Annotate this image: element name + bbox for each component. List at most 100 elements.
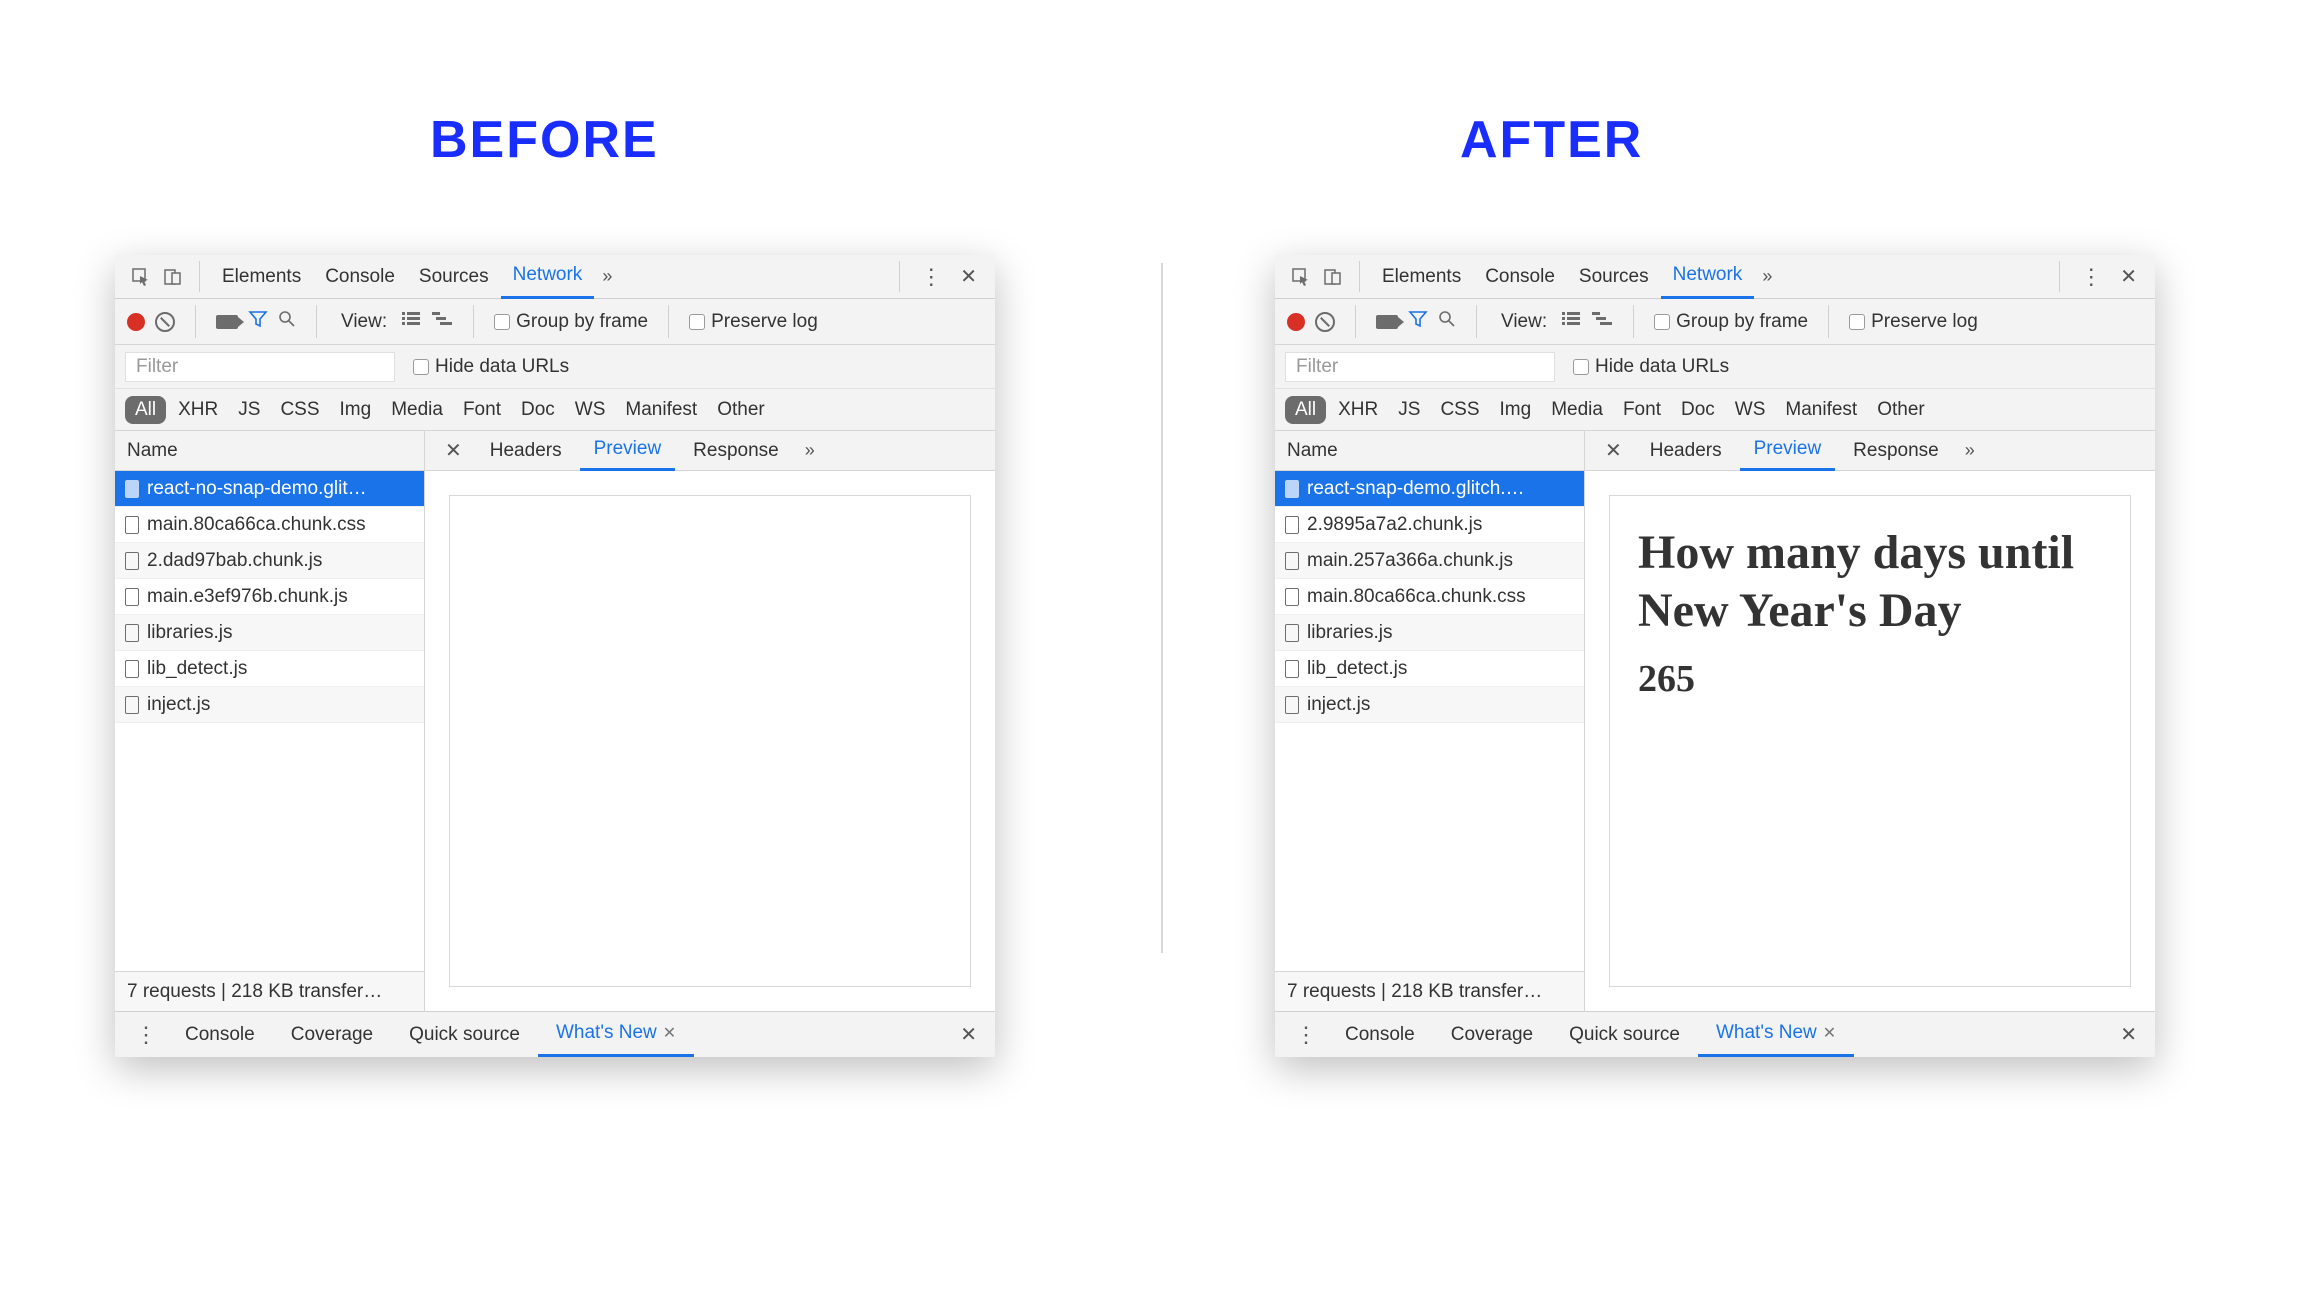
- request-row[interactable]: react-no-snap-demo.glit…: [115, 471, 424, 507]
- request-row[interactable]: main.257a366a.chunk.js: [1275, 543, 1584, 579]
- more-subtabs-icon[interactable]: »: [1957, 440, 1983, 461]
- drawer-tab-whats-new[interactable]: What's New ✕: [538, 1012, 694, 1057]
- filter-css[interactable]: CSS: [272, 396, 327, 424]
- record-button[interactable]: [1287, 313, 1305, 331]
- record-button[interactable]: [127, 313, 145, 331]
- subtab-preview[interactable]: Preview: [580, 430, 676, 471]
- filter-doc[interactable]: Doc: [513, 396, 563, 424]
- inspect-icon[interactable]: [1285, 267, 1317, 287]
- tab-network[interactable]: Network: [501, 254, 595, 299]
- close-drawer-button[interactable]: ✕: [952, 1022, 985, 1047]
- filter-font[interactable]: Font: [455, 396, 509, 424]
- filter-ws[interactable]: WS: [1727, 396, 1774, 424]
- filter-manifest[interactable]: Manifest: [1777, 396, 1865, 424]
- close-detail-button[interactable]: ✕: [1595, 438, 1632, 463]
- waterfall-icon[interactable]: [431, 310, 453, 333]
- subtab-response[interactable]: Response: [1839, 432, 1953, 470]
- close-drawer-button[interactable]: ✕: [2112, 1022, 2145, 1047]
- request-row[interactable]: lib_detect.js: [115, 651, 424, 687]
- filter-js[interactable]: JS: [1390, 396, 1428, 424]
- filter-input[interactable]: Filter: [1285, 352, 1555, 382]
- preserve-log-checkbox[interactable]: Preserve log: [1849, 311, 1978, 333]
- request-row[interactable]: react-snap-demo.glitch.…: [1275, 471, 1584, 507]
- tab-console[interactable]: Console: [313, 256, 407, 298]
- request-row[interactable]: libraries.js: [115, 615, 424, 651]
- search-icon[interactable]: [278, 310, 296, 334]
- drawer-tab-whats-new[interactable]: What's New ✕: [1698, 1012, 1854, 1057]
- request-row[interactable]: libraries.js: [1275, 615, 1584, 651]
- filter-xhr[interactable]: XHR: [1330, 396, 1386, 424]
- filter-other[interactable]: Other: [1869, 396, 1933, 424]
- subtab-preview[interactable]: Preview: [1740, 430, 1836, 471]
- drawer-tab-coverage[interactable]: Coverage: [1433, 1014, 1551, 1056]
- request-row[interactable]: inject.js: [1275, 687, 1584, 723]
- clear-button[interactable]: [155, 312, 175, 332]
- large-rows-icon[interactable]: [401, 310, 421, 333]
- settings-menu-icon[interactable]: ⋮: [910, 264, 952, 290]
- inspect-icon[interactable]: [125, 267, 157, 287]
- device-toggle-icon[interactable]: [1317, 267, 1349, 287]
- tab-console[interactable]: Console: [1473, 256, 1567, 298]
- drawer-tab-console[interactable]: Console: [1327, 1014, 1433, 1056]
- request-row[interactable]: inject.js: [115, 687, 424, 723]
- subtab-headers[interactable]: Headers: [476, 432, 576, 470]
- filter-css[interactable]: CSS: [1432, 396, 1487, 424]
- request-row[interactable]: main.80ca66ca.chunk.css: [1275, 579, 1584, 615]
- large-rows-icon[interactable]: [1561, 310, 1581, 333]
- filter-all[interactable]: All: [125, 396, 166, 424]
- filter-img[interactable]: Img: [332, 396, 380, 424]
- drawer-tab-coverage[interactable]: Coverage: [273, 1014, 391, 1056]
- screenshot-icon[interactable]: [1376, 315, 1398, 329]
- filter-ws[interactable]: WS: [567, 396, 614, 424]
- subtab-headers[interactable]: Headers: [1636, 432, 1736, 470]
- filter-img[interactable]: Img: [1492, 396, 1540, 424]
- close-devtools-button[interactable]: ✕: [952, 264, 985, 289]
- device-toggle-icon[interactable]: [157, 267, 189, 287]
- drawer-menu-icon[interactable]: ⋮: [1285, 1022, 1327, 1048]
- waterfall-icon[interactable]: [1591, 310, 1613, 333]
- group-by-frame-checkbox[interactable]: Group by frame: [494, 311, 648, 333]
- screenshot-icon[interactable]: [216, 315, 238, 329]
- filter-other[interactable]: Other: [709, 396, 773, 424]
- filter-toggle-icon[interactable]: [248, 309, 268, 335]
- more-subtabs-icon[interactable]: »: [797, 440, 823, 461]
- drawer-tab-console[interactable]: Console: [167, 1014, 273, 1056]
- close-tab-icon[interactable]: ✕: [1823, 1023, 1836, 1043]
- filter-media[interactable]: Media: [383, 396, 451, 424]
- request-row[interactable]: main.e3ef976b.chunk.js: [115, 579, 424, 615]
- filter-js[interactable]: JS: [230, 396, 268, 424]
- tab-sources[interactable]: Sources: [407, 256, 501, 298]
- hide-data-urls-checkbox[interactable]: Hide data URLs: [1573, 356, 1729, 378]
- request-row[interactable]: lib_detect.js: [1275, 651, 1584, 687]
- close-devtools-button[interactable]: ✕: [2112, 264, 2145, 289]
- tab-elements[interactable]: Elements: [210, 256, 313, 298]
- name-column-header[interactable]: Name: [1275, 431, 1584, 471]
- filter-all[interactable]: All: [1285, 396, 1326, 424]
- filter-input[interactable]: Filter: [125, 352, 395, 382]
- drawer-tab-quick-source[interactable]: Quick source: [391, 1014, 538, 1056]
- filter-manifest[interactable]: Manifest: [617, 396, 705, 424]
- filter-doc[interactable]: Doc: [1673, 396, 1723, 424]
- settings-menu-icon[interactable]: ⋮: [2070, 264, 2112, 290]
- tab-sources[interactable]: Sources: [1567, 256, 1661, 298]
- request-row[interactable]: 2.9895a7a2.chunk.js: [1275, 507, 1584, 543]
- close-tab-icon[interactable]: ✕: [663, 1023, 676, 1043]
- more-tabs-icon[interactable]: »: [1754, 266, 1780, 287]
- filter-font[interactable]: Font: [1615, 396, 1669, 424]
- filter-media[interactable]: Media: [1543, 396, 1611, 424]
- close-detail-button[interactable]: ✕: [435, 438, 472, 463]
- hide-data-urls-checkbox[interactable]: Hide data URLs: [413, 356, 569, 378]
- subtab-response[interactable]: Response: [679, 432, 793, 470]
- drawer-menu-icon[interactable]: ⋮: [125, 1022, 167, 1048]
- tab-elements[interactable]: Elements: [1370, 256, 1473, 298]
- name-column-header[interactable]: Name: [115, 431, 424, 471]
- clear-button[interactable]: [1315, 312, 1335, 332]
- group-by-frame-checkbox[interactable]: Group by frame: [1654, 311, 1808, 333]
- search-icon[interactable]: [1438, 310, 1456, 334]
- filter-toggle-icon[interactable]: [1408, 309, 1428, 335]
- request-row[interactable]: 2.dad97bab.chunk.js: [115, 543, 424, 579]
- drawer-tab-quick-source[interactable]: Quick source: [1551, 1014, 1698, 1056]
- request-row[interactable]: main.80ca66ca.chunk.css: [115, 507, 424, 543]
- filter-xhr[interactable]: XHR: [170, 396, 226, 424]
- tab-network[interactable]: Network: [1661, 254, 1755, 299]
